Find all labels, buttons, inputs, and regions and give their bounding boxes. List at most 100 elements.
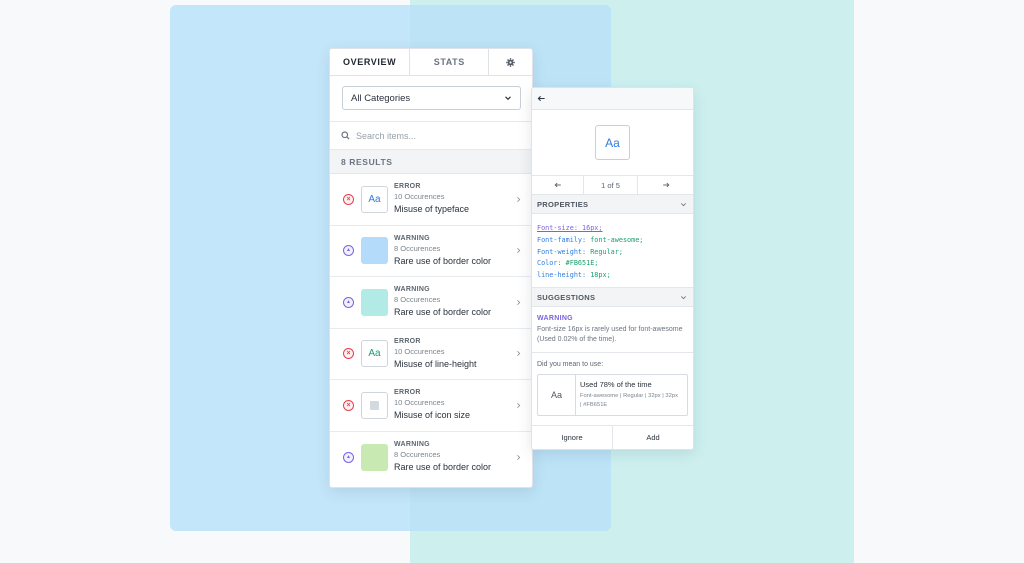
property-line: Color: #FB651E; [537, 259, 599, 268]
item-title: Misuse of typeface [394, 204, 470, 214]
alternative-question: Did you mean to use: [537, 361, 604, 368]
results-list: × Aa ERROR 10 Occurences Misuse of typeface ▲… [330, 174, 532, 483]
item-meta: ERROR 10 Occurences Misuse of typeface [394, 183, 469, 214]
property-line: Font-size: 16px; [537, 224, 603, 232]
chevron-right-icon [517, 454, 521, 460]
item-count: 10 Occurences [394, 398, 445, 407]
page-indicator: 1 of 5 [584, 176, 638, 194]
detail-panel: Aa 1 of 5 PROPERTIES Font-size: 16px; Fo… [531, 87, 694, 450]
alternative-section: Did you mean to use: Aa Used 78% of the … [532, 353, 693, 416]
item-meta: WARNING 8 Occurences Rare use of border co… [394, 235, 491, 266]
chevron-down-icon [681, 202, 686, 206]
color-swatch [361, 237, 388, 265]
list-item[interactable]: ▲ WARNING 8 Occurences Rare use of border c… [330, 432, 532, 484]
item-count: 8 Occurences [394, 449, 441, 459]
issues-panel: OVERVIEW STATS All Categories Search ite… [329, 48, 533, 488]
alternative-info: Used 78% of the time Font-awesome | Regu… [576, 375, 680, 415]
search-input[interactable]: Search items... [356, 131, 416, 141]
item-meta: ERROR 10 Occurences Misuse of icon size [394, 389, 470, 420]
item-count: 10 Occurences [394, 346, 445, 356]
action-bar: Ignore Add [532, 425, 693, 449]
icon-thumbnail [361, 391, 388, 419]
alternative-sample: Aa [538, 375, 576, 415]
typeface-thumbnail: Aa [361, 185, 388, 213]
chevron-right-icon [517, 248, 521, 254]
warning-icon: ▲ [343, 245, 354, 257]
category-filter-wrap: All Categories [330, 76, 532, 122]
alternative-card[interactable]: Aa Used 78% of the time Font-awesome | R… [537, 374, 688, 416]
item-meta: WARNING 8 Occurences Rare use of border co… [394, 441, 491, 472]
add-button[interactable]: Add [613, 426, 693, 449]
chevron-down-icon [505, 96, 511, 101]
item-title: Misuse of line-height [394, 358, 477, 369]
preview-area: Aa [532, 110, 693, 176]
item-meta: ERROR 10 Occurences Misuse of line-height [394, 338, 477, 369]
square-icon [370, 400, 379, 410]
alternative-usage: Used 78% of the time [580, 380, 652, 389]
error-icon: × [343, 193, 354, 205]
results-count: 8 RESULTS [330, 150, 532, 174]
alternative-detail: Font-awesome | Regular | 32px | 32px | #… [580, 393, 678, 408]
arrow-left-icon [554, 182, 561, 188]
previous-button[interactable] [532, 176, 584, 194]
gear-icon [506, 57, 515, 67]
color-swatch [361, 288, 388, 316]
chevron-right-icon [517, 351, 521, 357]
suggestion-block: WARNING Font-size 16px is rarely used fo… [532, 307, 693, 353]
chevron-right-icon [517, 299, 521, 305]
properties-header[interactable]: PROPERTIES [532, 195, 693, 214]
tab-overview[interactable]: OVERVIEW [330, 49, 411, 75]
search-field[interactable]: Search items... [330, 122, 532, 150]
item-title: Rare use of border color [394, 461, 492, 472]
item-count: 10 Occurences [394, 192, 445, 201]
item-meta: WARNING 8 Occurences Rare use of border co… [394, 286, 491, 317]
property-line: Font-weight: Regular; [537, 247, 623, 256]
back-arrow-icon[interactable] [537, 94, 546, 103]
suggestions-header[interactable]: SUGGESTIONS [532, 288, 693, 307]
list-item[interactable]: × ERROR 10 Occurences Misuse of icon size [330, 380, 532, 432]
item-kind: ERROR [394, 389, 421, 396]
color-swatch [361, 443, 388, 471]
ignore-button[interactable]: Ignore [532, 426, 613, 449]
error-icon: × [343, 399, 354, 411]
chevron-down-icon [681, 295, 686, 299]
search-icon [341, 131, 350, 140]
properties-title: PROPERTIES [537, 199, 589, 209]
list-item[interactable]: ▲ WARNING 8 Occurences Rare use of border c… [330, 226, 532, 277]
chevron-right-icon [517, 402, 521, 408]
item-kind: WARNING [394, 234, 430, 242]
item-kind: WARNING [394, 440, 430, 448]
next-button[interactable] [638, 176, 693, 194]
detail-header [532, 88, 693, 110]
item-title: Misuse of icon size [394, 410, 471, 420]
suggestion-text: Font-size 16px is rarely used for font-a… [537, 326, 683, 343]
warning-icon: ▲ [343, 296, 354, 308]
category-select[interactable]: All Categories [342, 86, 521, 110]
tab-bar: OVERVIEW STATS [330, 49, 532, 76]
category-select-value: All Categories [351, 92, 411, 104]
error-icon: × [343, 348, 354, 360]
arrow-right-icon [662, 182, 669, 188]
list-item[interactable]: ▲ WARNING 8 Occurences Rare use of border c… [330, 277, 532, 329]
suggestion-kind: WARNING [537, 315, 573, 322]
pager: 1 of 5 [532, 176, 693, 195]
tab-stats[interactable]: STATS [410, 49, 490, 75]
item-kind: ERROR [394, 337, 421, 345]
list-item[interactable]: × Aa ERROR 10 Occurences Misuse of line-heig… [330, 329, 532, 380]
item-title: Rare use of border color [394, 307, 492, 317]
settings-tab[interactable] [489, 49, 532, 75]
properties-code: Font-size: 16px; Font-family: font-aweso… [532, 214, 693, 288]
item-kind: ERROR [394, 183, 421, 190]
typeface-preview: Aa [595, 125, 630, 160]
warning-icon: ▲ [343, 451, 354, 463]
chevron-right-icon [517, 196, 521, 202]
suggestions-title: SUGGESTIONS [537, 292, 596, 302]
item-count: 8 Occurences [394, 295, 441, 304]
property-line: line-height: 18px; [537, 271, 611, 280]
item-kind: WARNING [394, 286, 430, 293]
item-title: Rare use of border color [394, 255, 492, 266]
list-item[interactable]: × Aa ERROR 10 Occurences Misuse of typeface [330, 174, 532, 226]
typeface-thumbnail: Aa [361, 340, 388, 368]
property-line: Font-family: font-awesome; [537, 235, 644, 244]
item-count: 8 Occurences [394, 243, 441, 253]
